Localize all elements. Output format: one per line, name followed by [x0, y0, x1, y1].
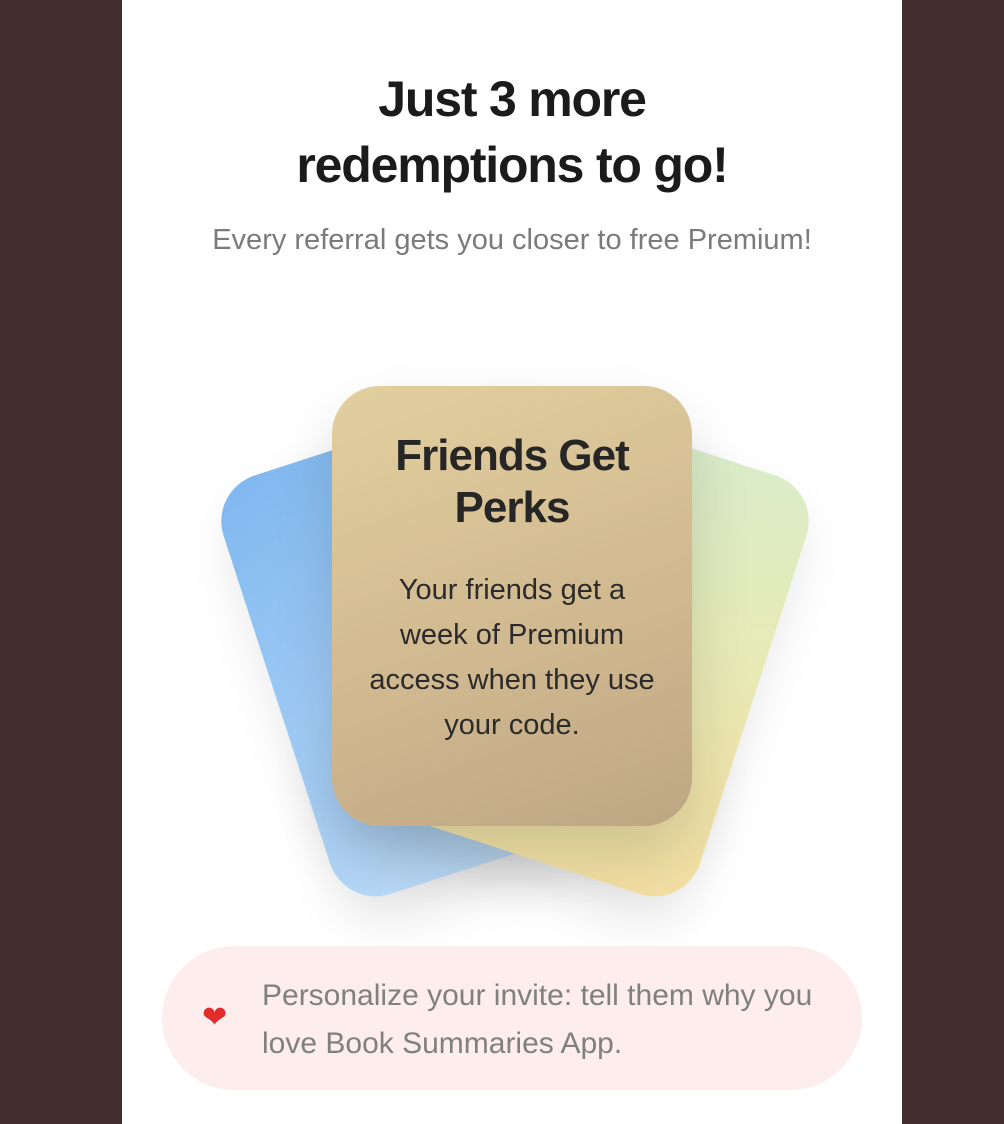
perk-card-title-line-2: Perks	[454, 483, 571, 532]
page-title: Just 3 more redemptions to go!	[122, 66, 902, 198]
referral-page: Just 3 more redemptions to go! Every ref…	[122, 0, 902, 1124]
perk-card-title-line-1: Friends Get	[395, 431, 629, 480]
personalize-invite-text: Personalize your invite: tell them why y…	[262, 979, 813, 1060]
title-line-2: redemptions to go!	[296, 137, 728, 193]
title-line-1: Just 3 more	[378, 71, 647, 127]
personalize-invite-tip[interactable]: ❤ Personalize your invite: tell them why…	[162, 946, 862, 1090]
perk-cards-stack: Friends Get Perks Your friends get a wee…	[122, 360, 902, 909]
heart-icon: ❤	[202, 1001, 228, 1034]
perk-card-friends-get-perks[interactable]: Friends Get Perks Your friends get a wee…	[332, 386, 692, 826]
page-subtitle: Every referral gets you closer to free P…	[212, 224, 812, 256]
perk-card-title: Friends Get Perks	[362, 430, 662, 534]
perk-card-description: Your friends get a week of Premium acces…	[369, 574, 655, 741]
